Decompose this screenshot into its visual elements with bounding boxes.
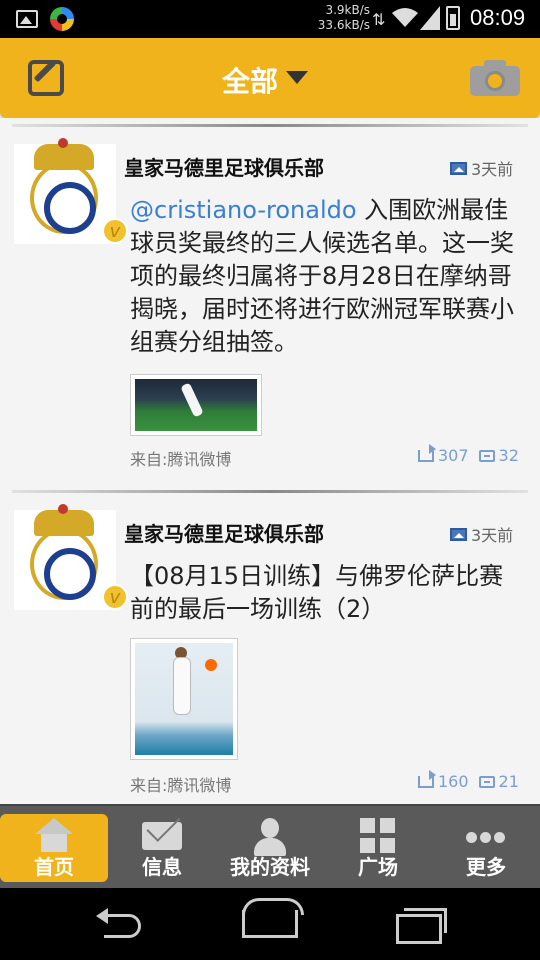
stadium-photo bbox=[135, 379, 257, 431]
data-transfer-icon: ⇅ bbox=[372, 10, 386, 29]
post-image[interactable] bbox=[130, 374, 262, 436]
app-header: 全部 bbox=[0, 38, 540, 118]
network-speed-up: 33.6kB/s bbox=[317, 18, 370, 32]
network-speed-down: 3.9kB/s bbox=[325, 3, 370, 17]
post-content: 【08月15日训练】与佛罗伦萨比赛前的最后一场训练（2） bbox=[130, 562, 504, 623]
repost-icon[interactable] bbox=[418, 769, 436, 788]
repost-icon[interactable] bbox=[418, 443, 436, 462]
grid-icon bbox=[360, 818, 396, 854]
verified-badge: v bbox=[102, 218, 128, 244]
feed-list[interactable]: v 皇家马德里足球俱乐部 3天前 @cristiano-ronaldo 入围欧洲… bbox=[0, 118, 540, 804]
tab-home[interactable]: 首页 bbox=[0, 814, 108, 882]
post-image[interactable] bbox=[130, 638, 238, 760]
tab-label: 我的资料 bbox=[230, 855, 310, 879]
training-photo bbox=[135, 643, 233, 755]
home-button-icon[interactable] bbox=[242, 898, 304, 938]
divider bbox=[12, 490, 528, 493]
post-author[interactable]: 皇家马德里足球俱乐部 bbox=[124, 518, 324, 547]
feed-filter-title: 全部 bbox=[222, 65, 279, 98]
mail-icon bbox=[142, 822, 182, 850]
compose-icon[interactable] bbox=[28, 60, 64, 96]
post-time: 3天前 bbox=[450, 156, 513, 180]
battery-icon bbox=[446, 6, 460, 30]
club-crest-icon bbox=[30, 162, 98, 234]
network-speed: 3.9kB/s 33.6kB/s bbox=[310, 3, 370, 33]
post-source: 来自:腾讯微博 bbox=[130, 776, 232, 795]
tab-label: 更多 bbox=[466, 855, 506, 879]
chevron-down-icon bbox=[286, 70, 309, 84]
comment-icon[interactable] bbox=[478, 449, 495, 462]
mention-link[interactable]: @cristiano-ronaldo bbox=[130, 196, 357, 224]
post-source: 来自:腾讯微博 bbox=[130, 450, 232, 469]
avatar[interactable]: v bbox=[14, 138, 128, 244]
app-notification-icon bbox=[50, 7, 74, 31]
feed-post[interactable]: v 皇家马德里足球俱乐部 3天前 @cristiano-ronaldo 入围欧洲… bbox=[0, 138, 540, 490]
signal-icon bbox=[420, 6, 440, 30]
post-time-label: 3天前 bbox=[471, 160, 514, 179]
tab-more[interactable]: 更多 bbox=[432, 814, 540, 882]
status-bar: 3.9kB/s 33.6kB/s ⇅ 08:09 bbox=[0, 0, 540, 38]
tab-label: 首页 bbox=[34, 855, 74, 879]
recent-apps-icon[interactable] bbox=[396, 908, 447, 944]
post-time: 3天前 bbox=[450, 522, 513, 546]
crown-icon bbox=[34, 504, 94, 536]
post-stats: 307 32 bbox=[418, 443, 519, 465]
bottom-tab-bar: 首页 信息 我的资料 广场 更多 bbox=[0, 804, 540, 888]
image-icon bbox=[450, 161, 467, 175]
tab-label: 广场 bbox=[358, 855, 398, 879]
tab-square[interactable]: 广场 bbox=[324, 814, 432, 882]
divider bbox=[12, 124, 528, 127]
more-icon bbox=[466, 832, 506, 844]
repost-count: 307 bbox=[438, 446, 469, 465]
post-time-label: 3天前 bbox=[471, 526, 514, 545]
verified-badge: v bbox=[102, 584, 128, 610]
wifi-icon bbox=[392, 8, 418, 27]
avatar[interactable]: v bbox=[14, 504, 128, 610]
post-content: @cristiano-ronaldo 入围欧洲最佳球员奖最终的三人候选名单。这一… bbox=[130, 194, 516, 359]
tab-label: 信息 bbox=[142, 855, 182, 879]
tab-messages[interactable]: 信息 bbox=[108, 814, 216, 882]
club-crest-icon bbox=[30, 528, 98, 600]
feed-filter-dropdown[interactable]: 全部 bbox=[222, 60, 309, 100]
notification-icons bbox=[16, 7, 74, 31]
camera-icon[interactable] bbox=[470, 58, 520, 96]
home-icon bbox=[35, 818, 73, 852]
image-notification-icon bbox=[16, 10, 38, 28]
crown-icon bbox=[34, 138, 94, 170]
feed-post[interactable]: v 皇家马德里足球俱乐部 3天前 【08月15日训练】与佛罗伦萨比赛前的最后一场… bbox=[0, 504, 540, 804]
repost-count: 160 bbox=[438, 772, 469, 791]
post-stats: 160 21 bbox=[418, 769, 519, 791]
comment-count: 32 bbox=[498, 446, 519, 465]
tab-profile[interactable]: 我的资料 bbox=[216, 814, 324, 882]
image-icon bbox=[450, 527, 467, 541]
system-nav-bar bbox=[0, 888, 540, 960]
post-author[interactable]: 皇家马德里足球俱乐部 bbox=[124, 152, 324, 181]
comment-icon[interactable] bbox=[478, 775, 495, 788]
clock: 08:09 bbox=[470, 5, 526, 30]
back-icon[interactable] bbox=[96, 908, 144, 938]
comment-count: 21 bbox=[498, 772, 519, 791]
